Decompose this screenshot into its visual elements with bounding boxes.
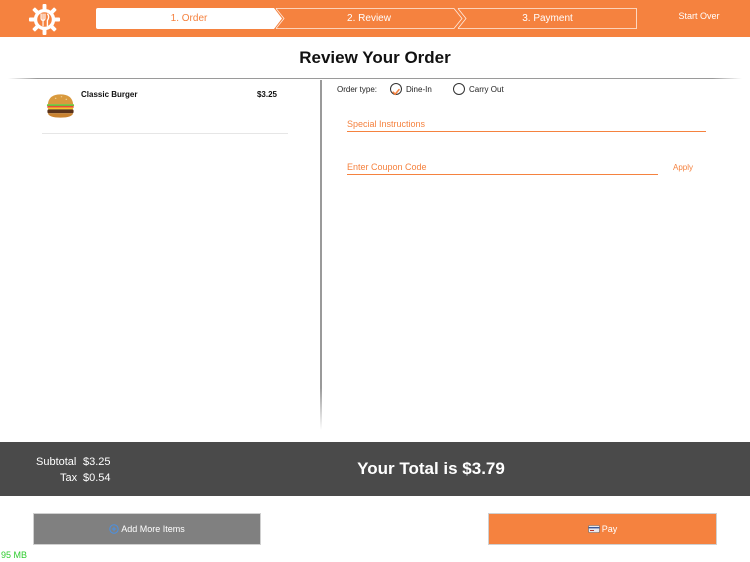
credit-card-icon (587, 525, 600, 533)
checkmark-icon (392, 88, 400, 96)
coupon-code-input[interactable] (347, 159, 658, 175)
carry-out-label[interactable]: Carry Out (469, 85, 504, 94)
subtotal-label: Subtotal (36, 456, 77, 468)
carry-out-radio[interactable] (453, 83, 465, 95)
start-over-button[interactable]: Start Over (668, 11, 730, 21)
page-title: Review Your Order (299, 48, 451, 67)
step-review[interactable]: 2. Review (276, 8, 462, 29)
subtotal-value: $3.25 (83, 456, 111, 468)
burger-icon (46, 94, 75, 118)
pay-button[interactable]: Pay (488, 513, 717, 545)
special-instructions-input[interactable] (347, 116, 706, 132)
order-type-label: Order type: (337, 85, 378, 94)
tax-value: $0.54 (83, 472, 111, 484)
column-divider (320, 80, 322, 430)
add-more-items-button[interactable]: Add More Items (33, 513, 261, 545)
step-payment[interactable]: 3. Payment (458, 8, 637, 29)
title-divider (8, 78, 742, 79)
plus-circle-icon (109, 524, 119, 534)
tax-label: Tax (60, 472, 78, 484)
item-name: Classic Burger (81, 90, 138, 99)
step-order[interactable]: 1. Order (96, 8, 282, 29)
cart-item-row[interactable]: Classic Burger $3.25 (42, 84, 288, 134)
gear-fork-knife-icon[interactable] (28, 3, 61, 36)
header-bar: 1. Order 2. Review 3. Payment Start Over (0, 0, 750, 37)
apply-coupon-button[interactable]: Apply (673, 163, 693, 172)
pay-label: Pay (601, 524, 618, 534)
add-more-items-label: Add More Items (121, 524, 185, 534)
item-price: $3.25 (256, 90, 277, 99)
dine-in-label[interactable]: Dine-In (406, 85, 432, 94)
checkout-steps: 1. Order 2. Review 3. Payment (96, 8, 637, 29)
dine-in-radio[interactable] (390, 83, 402, 96)
grand-total: Your Total is $3.79 (357, 459, 505, 478)
memory-indicator: 95 MB (1, 550, 28, 560)
